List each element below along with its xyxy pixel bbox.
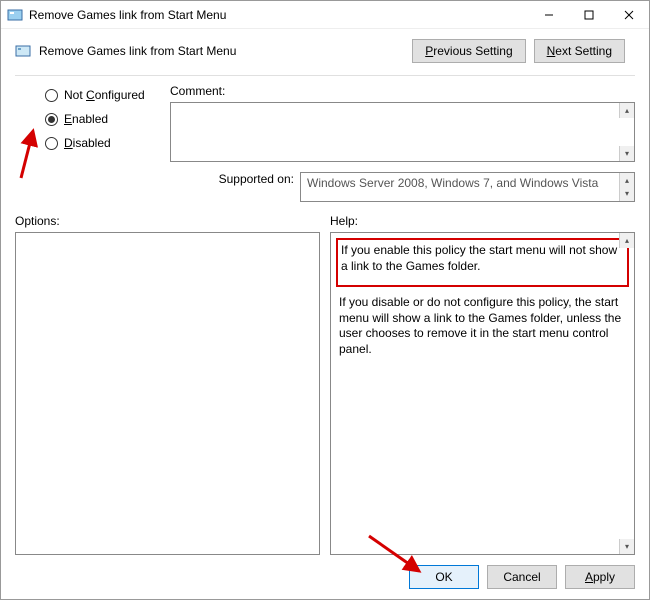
- help-label: Help:: [330, 214, 635, 228]
- scroll-up-icon[interactable]: ▴: [619, 103, 634, 118]
- options-box: [15, 232, 320, 555]
- help-text-enabled: If you enable this policy the start menu…: [341, 243, 624, 274]
- settings-area: Not Configured Enabled Disabled Comment:…: [1, 76, 649, 202]
- scroll-down-icon[interactable]: ▾: [619, 146, 634, 161]
- radio-enabled[interactable]: Enabled: [45, 112, 165, 126]
- dialog-window: Remove Games link from Start Menu Remove…: [0, 0, 650, 600]
- ok-button[interactable]: OK: [409, 565, 479, 589]
- title-bar: Remove Games link from Start Menu: [1, 1, 649, 29]
- details-column: Comment: ▴ ▾ Supported on: Windows Serve…: [170, 78, 635, 202]
- maximize-button[interactable]: [569, 1, 609, 29]
- supported-row: Supported on: Windows Server 2008, Windo…: [170, 172, 635, 202]
- radio-icon: [45, 89, 58, 102]
- scroll-up-icon[interactable]: ▴: [619, 233, 634, 248]
- next-setting-button[interactable]: Next Setting: [534, 39, 625, 63]
- close-button[interactable]: [609, 1, 649, 29]
- supported-on-label: Supported on:: [170, 172, 294, 186]
- radio-icon: [45, 137, 58, 150]
- radio-icon: [45, 113, 58, 126]
- help-text-disabled: If you disable or do not configure this …: [339, 295, 626, 357]
- options-label: Options:: [15, 214, 320, 228]
- options-column: Options:: [15, 214, 320, 555]
- lower-panels: Options: Help: If you enable this policy…: [1, 202, 649, 555]
- help-box: If you enable this policy the start menu…: [330, 232, 635, 555]
- comment-label: Comment:: [170, 84, 635, 98]
- cancel-button[interactable]: Cancel: [487, 565, 557, 589]
- scroll-down-icon[interactable]: ▾: [619, 539, 634, 554]
- previous-setting-button[interactable]: Previous Setting: [412, 39, 525, 63]
- policy-icon: [15, 43, 31, 59]
- scroll-down-icon[interactable]: ▾: [619, 186, 634, 201]
- supported-on-value: Windows Server 2008, Windows 7, and Wind…: [300, 172, 635, 202]
- state-radio-group: Not Configured Enabled Disabled: [15, 78, 165, 160]
- state-column: Not Configured Enabled Disabled: [15, 78, 170, 202]
- comment-input[interactable]: ▴ ▾: [170, 102, 635, 162]
- dialog-footer: OK Cancel Apply: [1, 555, 649, 599]
- minimize-button[interactable]: [529, 1, 569, 29]
- comment-row: Comment: ▴ ▾: [170, 84, 635, 162]
- nav-buttons: Previous Setting Next Setting: [412, 39, 635, 63]
- help-column: Help: If you enable this policy the star…: [330, 214, 635, 555]
- app-icon: [7, 7, 23, 23]
- header-row: Remove Games link from Start Menu Previo…: [1, 29, 649, 73]
- radio-not-configured[interactable]: Not Configured: [45, 88, 165, 102]
- apply-button[interactable]: Apply: [565, 565, 635, 589]
- help-highlight: If you enable this policy the start menu…: [336, 238, 629, 287]
- radio-disabled[interactable]: Disabled: [45, 136, 165, 150]
- header-label: Remove Games link from Start Menu: [39, 44, 412, 58]
- window-title: Remove Games link from Start Menu: [29, 8, 529, 22]
